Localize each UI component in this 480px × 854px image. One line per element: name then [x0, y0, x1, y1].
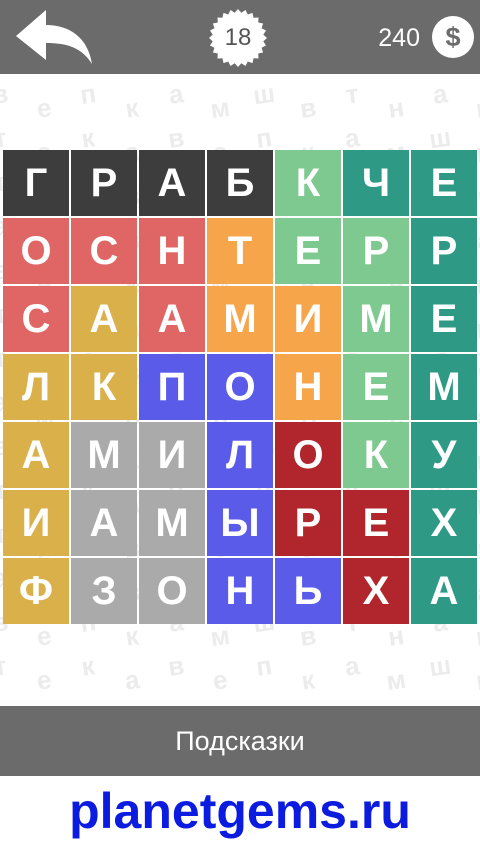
letter-cell[interactable]: Ы: [207, 490, 273, 556]
letter-cell[interactable]: С: [3, 286, 69, 352]
letter-cell[interactable]: А: [71, 490, 137, 556]
letter-cell[interactable]: О: [207, 354, 273, 420]
letter-cell[interactable]: Н: [139, 218, 205, 284]
watermark: planetgems.ru: [0, 776, 480, 854]
background-letter-tile: к: [123, 92, 141, 124]
letter-cell[interactable]: И: [3, 490, 69, 556]
letter-cell[interactable]: Г: [3, 150, 69, 216]
background-letter-tile: п: [78, 78, 98, 110]
background-letter-tile: ш: [427, 649, 453, 683]
coin-count: 240: [378, 24, 420, 52]
letter-cell[interactable]: И: [275, 286, 341, 352]
letter-cell[interactable]: Х: [343, 558, 409, 624]
background-letter-tile: к: [79, 650, 97, 682]
letter-grid: ГРАБКЧЕОСНТЕРРСААМИМЕЛКПОНЕМАМИЛОКУИАМЫР…: [3, 150, 479, 624]
letter-cell[interactable]: К: [71, 354, 137, 420]
letter-cell[interactable]: К: [275, 150, 341, 216]
background-letter-tile: ш: [251, 77, 277, 111]
letter-cell[interactable]: А: [139, 286, 205, 352]
background-letter-tile: м: [384, 663, 408, 697]
background-letter-tile: к: [299, 664, 317, 696]
watermark-text: planetgems.ru: [69, 783, 411, 839]
letter-cell[interactable]: А: [411, 558, 477, 624]
level-badge: 18: [209, 9, 267, 67]
back-button[interactable]: [12, 6, 96, 70]
background-letter-tile: е: [210, 664, 230, 696]
hints-label: Подсказки: [175, 726, 305, 756]
top-bar: 18 240 $: [0, 0, 480, 74]
background-letter-tile: в: [473, 664, 480, 696]
letter-cell[interactable]: Н: [207, 558, 273, 624]
letter-cell[interactable]: Е: [343, 354, 409, 420]
letter-cell[interactable]: П: [139, 354, 205, 420]
coin-button[interactable]: $: [432, 16, 474, 58]
letter-cell[interactable]: Е: [343, 490, 409, 556]
letter-cell[interactable]: М: [207, 286, 273, 352]
level-number: 18: [224, 24, 252, 51]
background-letter-tile: п: [254, 650, 274, 682]
letter-cell[interactable]: Ф: [3, 558, 69, 624]
background-letter-tile: м: [208, 91, 232, 125]
letter-cell[interactable]: З: [71, 558, 137, 624]
background-letter-tile: а: [430, 78, 450, 110]
background-letter-tile: е: [34, 92, 54, 124]
dollar-icon: $: [445, 22, 461, 52]
letter-cell[interactable]: А: [139, 150, 205, 216]
letter-cell[interactable]: Л: [3, 354, 69, 420]
letter-cell[interactable]: Т: [207, 218, 273, 284]
letter-cell[interactable]: Р: [275, 490, 341, 556]
letter-cell[interactable]: Л: [207, 422, 273, 488]
letter-cell[interactable]: А: [71, 286, 137, 352]
letter-cell[interactable]: Р: [411, 218, 477, 284]
background-letter-tile: а: [166, 78, 186, 110]
background-letter-tile: а: [342, 650, 362, 682]
background-letter-tile: а: [122, 664, 142, 696]
letter-cell[interactable]: М: [411, 354, 477, 420]
letter-cell[interactable]: М: [343, 286, 409, 352]
letter-cell[interactable]: Р: [343, 218, 409, 284]
letter-cell[interactable]: Е: [411, 150, 477, 216]
background-letter-tile: н: [386, 92, 406, 124]
letter-cell[interactable]: Б: [207, 150, 273, 216]
letter-cell[interactable]: О: [275, 422, 341, 488]
background-letter-tile: в: [297, 92, 318, 124]
letter-cell[interactable]: Х: [411, 490, 477, 556]
background-letter-tile: т: [343, 78, 361, 110]
letter-cell[interactable]: Е: [275, 218, 341, 284]
letter-cell[interactable]: А: [3, 422, 69, 488]
letter-cell[interactable]: Ь: [275, 558, 341, 624]
background-letter-tile: в: [0, 78, 10, 110]
letter-cell[interactable]: К: [343, 422, 409, 488]
letter-cell[interactable]: О: [139, 558, 205, 624]
letter-cell[interactable]: М: [139, 490, 205, 556]
background-letter-tile: в: [473, 92, 480, 124]
background-letter-tile: т: [0, 650, 9, 682]
letter-cell[interactable]: У: [411, 422, 477, 488]
letter-cell[interactable]: С: [71, 218, 137, 284]
letter-cell[interactable]: Р: [71, 150, 137, 216]
letter-cell[interactable]: Н: [275, 354, 341, 420]
back-arrow-icon: [16, 10, 92, 64]
letter-cell[interactable]: Е: [411, 286, 477, 352]
background-letter-tile: в: [165, 650, 186, 682]
letter-cell[interactable]: О: [3, 218, 69, 284]
hints-button[interactable]: Подсказки: [0, 706, 480, 776]
background-letter-tile: е: [34, 664, 54, 696]
letter-cell[interactable]: Ч: [343, 150, 409, 216]
letter-cell[interactable]: М: [71, 422, 137, 488]
letter-cell[interactable]: И: [139, 422, 205, 488]
